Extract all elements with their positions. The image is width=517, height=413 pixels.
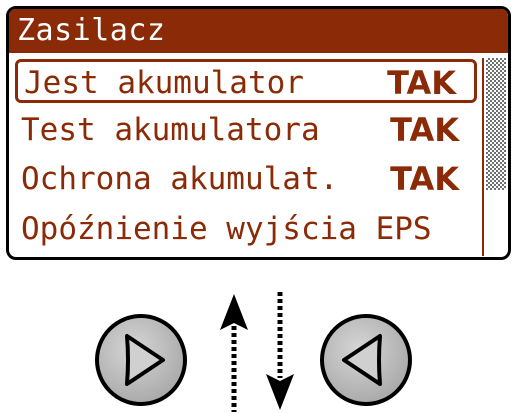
arrow-up-icon <box>220 294 248 412</box>
scrollbar[interactable] <box>482 58 506 256</box>
triangle-left-icon <box>320 314 412 406</box>
menu-item-eps-output-delay[interactable]: Opóźnienie wyjścia EPS <box>15 208 477 252</box>
menu-item-value: TAK <box>387 64 456 102</box>
menu-item-value: TAK <box>390 160 459 198</box>
menu-item-label: Jest akumulator <box>24 65 304 101</box>
menu-item-label: Opóźnienie wyjścia EPS <box>21 211 432 247</box>
title-bar: Zasilacz <box>9 9 508 53</box>
left-button[interactable] <box>318 312 414 408</box>
menu-item-battery-test[interactable]: Test akumulatora TAK <box>15 109 477 153</box>
right-button[interactable] <box>93 312 189 408</box>
arrow-down-icon <box>266 292 294 410</box>
lcd-display: Zasilacz Jest akumulator TAK Test akumul… <box>6 6 511 260</box>
menu-item-label: Ochrona akumulat. <box>21 161 339 197</box>
menu-item-label: Test akumulatora <box>21 112 320 148</box>
menu-title: Zasilacz <box>17 13 166 48</box>
menu-item-battery-protection[interactable]: Ochrona akumulat. TAK <box>15 158 477 202</box>
triangle-right-icon <box>95 314 187 406</box>
scrollbar-thumb[interactable] <box>486 58 506 190</box>
menu-item-battery-present[interactable]: Jest akumulator TAK <box>15 59 477 103</box>
menu-item-value: TAK <box>390 111 459 149</box>
